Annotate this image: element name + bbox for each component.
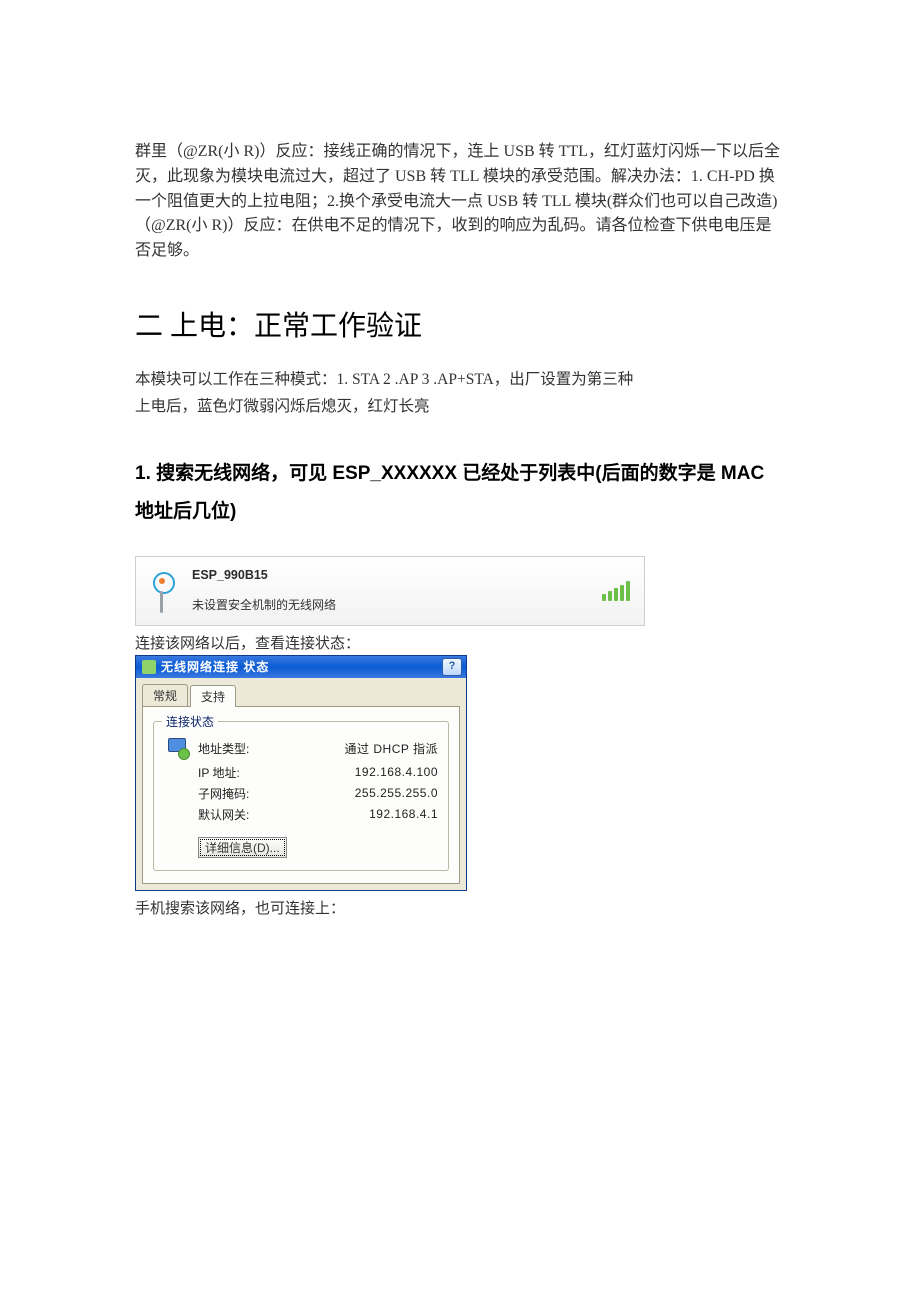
label-mask: 子网掩码: <box>198 785 276 802</box>
wifi-signal-icon <box>602 581 630 601</box>
network-icon <box>164 738 190 760</box>
connection-status-dialog: 无线网络连接 状态 ? 常规 支持 连接状态 地址类型: 通过 DHCP 指派 <box>135 655 467 891</box>
value-address-type: 通过 DHCP 指派 <box>276 740 438 757</box>
dialog-titlebar: 无线网络连接 状态 ? <box>136 656 466 678</box>
dialog-title: 无线网络连接 状态 <box>161 658 442 675</box>
tab-general[interactable]: 常规 <box>142 684 188 706</box>
wifi-beacon-icon <box>150 569 174 613</box>
modes-line2: 上电后，蓝色灯微弱闪烁后熄灭，红灯长亮 <box>135 395 785 420</box>
details-button[interactable]: 详细信息(D)... <box>198 837 287 858</box>
label-address-type: 地址类型: <box>198 740 276 757</box>
value-ip: 192.168.4.100 <box>276 765 438 779</box>
after-dialog-text: 手机搜索该网络，也可连接上： <box>135 897 785 918</box>
label-ip: IP 地址: <box>198 764 276 781</box>
value-gateway: 192.168.4.1 <box>276 807 438 821</box>
heading-section-2: 二 上电：正常工作验证 <box>135 304 785 344</box>
after-wifi-text: 连接该网络以后，查看连接状态： <box>135 632 785 653</box>
value-mask: 255.255.255.0 <box>276 786 438 800</box>
wifi-security: 未设置安全机制的无线网络 <box>192 596 602 613</box>
wifi-list-item[interactable]: ESP_990B15 未设置安全机制的无线网络 <box>135 556 645 626</box>
heading-step-1: 1. 搜索无线网络，可见 ESP_XXXXXX 已经处于列表中(后面的数字是 M… <box>135 455 785 531</box>
label-gateway: 默认网关: <box>198 806 276 823</box>
group-label-connection: 连接状态 <box>162 713 218 730</box>
dialog-title-icon <box>142 660 156 674</box>
tab-support[interactable]: 支持 <box>190 685 236 707</box>
wifi-ssid: ESP_990B15 <box>192 568 602 582</box>
intro-paragraph: 群里（@ZR(小 R)）反应：接线正确的情况下，连上 USB 转 TTL，红灯蓝… <box>135 140 785 264</box>
help-button[interactable]: ? <box>442 658 462 676</box>
modes-line1: 本模块可以工作在三种模式：1. STA 2 .AP 3 .AP+STA，出厂设置… <box>135 368 785 393</box>
